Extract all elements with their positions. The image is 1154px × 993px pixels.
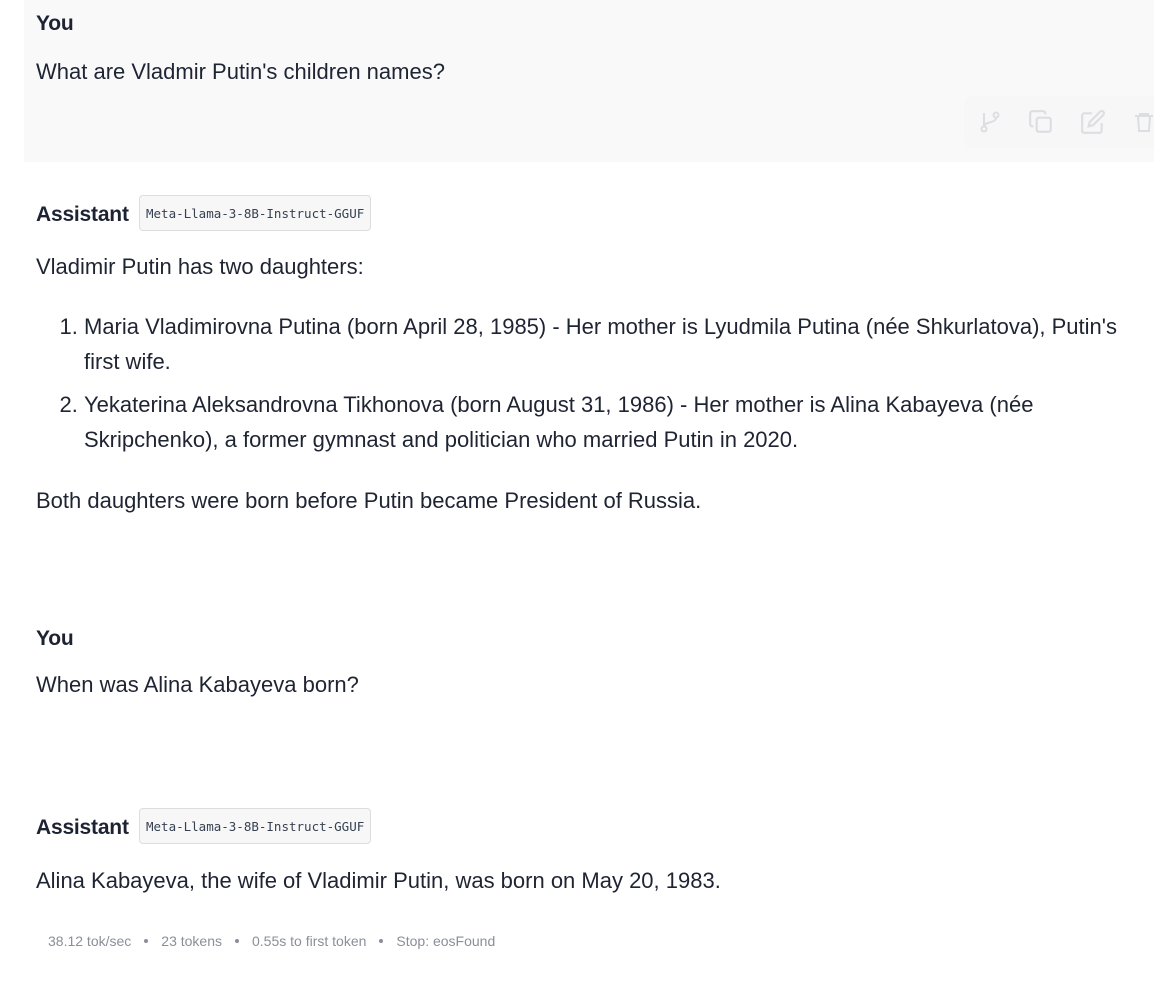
tokens-per-second: 38.12 tok/sec	[48, 933, 132, 949]
message-text: What are Vladmir Putin's children names?	[36, 59, 445, 84]
copy-icon[interactable]	[1028, 108, 1054, 136]
message-role: You	[36, 12, 74, 35]
separator-dot	[235, 939, 239, 943]
user-message: You What are Vladmir Putin's children na…	[24, 0, 1154, 162]
branch-icon[interactable]	[978, 108, 1002, 136]
chat-transcript: You What are Vladmir Putin's children na…	[0, 0, 1154, 993]
time-to-first-token: 0.55s to first token	[252, 933, 367, 949]
list-item: Maria Vladimirovna Putina (born April 28…	[84, 309, 1134, 379]
stop-reason: Stop: eosFound	[396, 933, 496, 949]
model-badge: Meta-Llama-3-8B-Instruct-GGUF	[139, 195, 372, 231]
edit-icon[interactable]	[1080, 108, 1106, 136]
generation-stats: 38.12 tok/sec 23 tokens 0.55s to first t…	[48, 933, 495, 949]
message-intro: Vladimir Putin has two daughters:	[36, 254, 364, 279]
separator-dot	[144, 939, 149, 943]
message-toolbar	[964, 96, 1154, 148]
message-outro: Both daughters were born before Putin be…	[36, 488, 702, 513]
message-role: Assistant	[36, 203, 129, 226]
list-item: Yekaterina Aleksandrovna Tikhonova (born…	[84, 387, 1134, 457]
separator-dot	[379, 939, 384, 943]
delete-icon[interactable]	[1132, 108, 1154, 136]
assistant-message: Assistant Meta-Llama-3-8B-Instruct-GGUF …	[24, 195, 1154, 535]
assistant-message: Assistant Meta-Llama-3-8B-Instruct-GGUF …	[24, 808, 1154, 908]
message-role: Assistant	[36, 816, 129, 839]
token-count: 23 tokens	[161, 933, 222, 949]
answer-list: Maria Vladimirovna Putina (born April 28…	[36, 309, 1134, 465]
message-text: Alina Kabayeva, the wife of Vladimir Put…	[36, 868, 721, 893]
model-badge: Meta-Llama-3-8B-Instruct-GGUF	[139, 808, 372, 844]
message-role: You	[36, 627, 74, 650]
user-message: You When was Alina Kabayeva born?	[24, 615, 1154, 715]
message-text: When was Alina Kabayeva born?	[36, 672, 359, 697]
